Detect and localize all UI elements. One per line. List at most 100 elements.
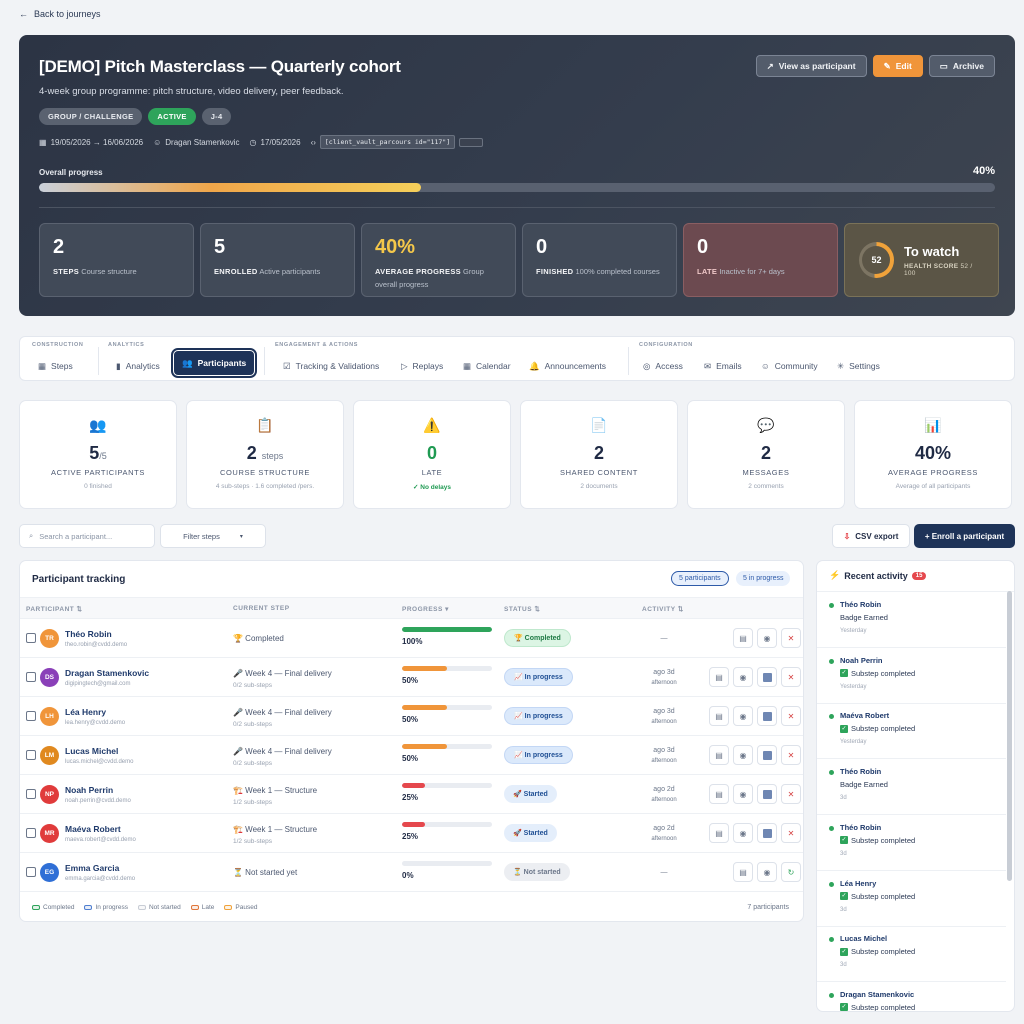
progress-bar: [402, 627, 492, 632]
pause-icon[interactable]: [757, 667, 777, 687]
back-link[interactable]: ← Back to journeys: [19, 9, 101, 19]
substeps-count: 1/2 sub-steps: [233, 799, 273, 806]
participants-count-pill[interactable]: 5 participants: [671, 571, 729, 586]
status-dot: [829, 937, 834, 943]
row-checkbox[interactable]: [26, 672, 36, 682]
activity-ago: ago 3d: [653, 669, 675, 676]
gear-icon: ✳: [837, 360, 845, 371]
tab-settings[interactable]: ✳ Settings: [829, 354, 888, 378]
activity-name[interactable]: Maéva Robert: [840, 711, 889, 720]
scrollbar[interactable]: [1007, 591, 1012, 881]
csv-export-button[interactable]: ⇩ CSV export: [832, 524, 910, 548]
shortcode[interactable]: [client_vault_parcours id="117"]: [319, 135, 456, 149]
notes-icon[interactable]: ▤: [709, 784, 729, 804]
view-as-participant-button[interactable]: ↗ View as participant: [755, 55, 867, 77]
notes-icon[interactable]: ▤: [709, 745, 729, 765]
tab-replays[interactable]: ▷ Replays: [393, 354, 451, 378]
pause-icon[interactable]: [757, 745, 777, 765]
row-checkbox[interactable]: [26, 828, 36, 838]
activity-count-badge: 15: [911, 571, 927, 580]
participant-name[interactable]: Noah Perrin: [65, 785, 113, 795]
activity-name[interactable]: Noah Perrin: [840, 656, 883, 665]
edit-button[interactable]: ✎ Edit: [872, 55, 923, 77]
participant-name[interactable]: Maéva Robert: [65, 824, 121, 834]
eye-icon[interactable]: ◉: [733, 745, 753, 765]
status-badge: ⏳ Not started: [504, 863, 570, 881]
participant-name[interactable]: Théo Robin: [65, 629, 112, 639]
participant-name[interactable]: Léa Henry: [65, 707, 106, 717]
close-icon[interactable]: ✕: [781, 784, 801, 804]
tab-participants[interactable]: 👥 Participants: [170, 348, 258, 378]
archive-button[interactable]: ▭ Archive: [928, 55, 995, 77]
eye-icon[interactable]: ◉: [757, 862, 777, 882]
status-badge: ACTIVE: [148, 108, 196, 125]
tab-calendar[interactable]: ▦ Calendar: [455, 354, 519, 378]
eye-icon[interactable]: ◉: [733, 706, 753, 726]
activity-ago: —: [660, 635, 668, 642]
col-status[interactable]: STATUS ⇅: [504, 605, 540, 613]
tab-access[interactable]: ◎ Access: [635, 354, 691, 378]
tab-announcements[interactable]: 🔔 Announcements: [521, 354, 614, 378]
in-progress-count-pill[interactable]: 5 in progress: [736, 571, 791, 586]
date-range: 19/05/2026 → 16/06/2026: [50, 137, 144, 147]
activity-ago: ago 3d: [653, 708, 675, 715]
row-checkbox[interactable]: [26, 633, 36, 643]
col-participant[interactable]: PARTICIPANT ⇅: [26, 605, 82, 613]
tab-tracking[interactable]: ☑ Tracking & Validations: [275, 354, 387, 378]
activity-name[interactable]: Théo Robin: [840, 600, 881, 609]
substeps-count: 0/2 sub-steps: [233, 760, 273, 767]
filter-steps-select[interactable]: Filter steps ▾: [160, 524, 266, 548]
notes-icon[interactable]: ▤: [709, 823, 729, 843]
participant-count: 7 participants: [747, 904, 789, 911]
col-progress[interactable]: PROGRESS ▾: [402, 605, 449, 613]
tab-steps[interactable]: ▦ Steps: [30, 354, 81, 378]
eye-icon[interactable]: ◉: [757, 628, 777, 648]
copy-field[interactable]: [459, 137, 484, 147]
close-icon[interactable]: ✕: [781, 745, 801, 765]
activity-item: Théo Robin Badge Earned Yesterday: [817, 592, 1006, 648]
search-input[interactable]: ⌕ Search a participant...: [19, 524, 155, 548]
restart-icon[interactable]: ↻: [781, 862, 801, 882]
bell-icon: 🔔: [529, 360, 540, 371]
enroll-participant-button[interactable]: + Enroll a participant: [914, 524, 1015, 548]
notes-icon[interactable]: ▤: [709, 667, 729, 687]
pause-icon[interactable]: [757, 706, 777, 726]
row-checkbox[interactable]: [26, 789, 36, 799]
eye-icon[interactable]: ◉: [733, 784, 753, 804]
notes-icon[interactable]: ▤: [709, 706, 729, 726]
close-icon[interactable]: ✕: [781, 667, 801, 687]
col-activity[interactable]: ACTIVITY ⇅: [642, 605, 684, 613]
progress-bar: [402, 861, 492, 866]
participant-email: noah.perrin@cvdd.demo: [65, 798, 131, 804]
pause-icon[interactable]: [757, 784, 777, 804]
checkmark-icon: ✓: [840, 724, 848, 733]
participant-name[interactable]: Dragan Stamenkovic: [65, 668, 149, 678]
row-checkbox[interactable]: [26, 750, 36, 760]
current-step: 🎤 Week 4 — Final delivery: [233, 708, 332, 717]
notes-icon[interactable]: ▤: [733, 628, 753, 648]
tab-analytics[interactable]: ▮ Analytics: [108, 354, 168, 378]
participant-name[interactable]: Lucas Michel: [65, 746, 118, 756]
activity-name[interactable]: Léa Henry: [840, 879, 876, 888]
countdown-badge: J-4: [201, 108, 232, 125]
close-icon[interactable]: ✕: [781, 823, 801, 843]
activity-name[interactable]: Dragan Stamenkovic: [840, 990, 914, 999]
activity-name[interactable]: Théo Robin: [840, 767, 881, 776]
eye-icon[interactable]: ◉: [733, 823, 753, 843]
pause-icon[interactable]: [757, 823, 777, 843]
participant-name[interactable]: Emma Garcia: [65, 863, 119, 873]
current-step: 🎤 Week 4 — Final delivery: [233, 669, 332, 678]
row-checkbox[interactable]: [26, 867, 36, 877]
row-checkbox[interactable]: [26, 711, 36, 721]
close-icon[interactable]: ✕: [781, 706, 801, 726]
eye-icon[interactable]: ◉: [733, 667, 753, 687]
activity-name[interactable]: Théo Robin: [840, 823, 881, 832]
tab-community[interactable]: ☺ Community: [753, 354, 826, 378]
notes-icon[interactable]: ▤: [733, 862, 753, 882]
progress-bar: [402, 783, 492, 788]
activity-name[interactable]: Lucas Michel: [840, 934, 887, 943]
tab-emails[interactable]: ✉ Emails: [696, 354, 750, 378]
section-tabs: CONSTRUCTION ANALYTICS ENGAGEMENT & ACTI…: [19, 336, 1015, 381]
close-icon[interactable]: ✕: [781, 628, 801, 648]
participant-email: digipingtech@gmail.com: [65, 681, 131, 687]
